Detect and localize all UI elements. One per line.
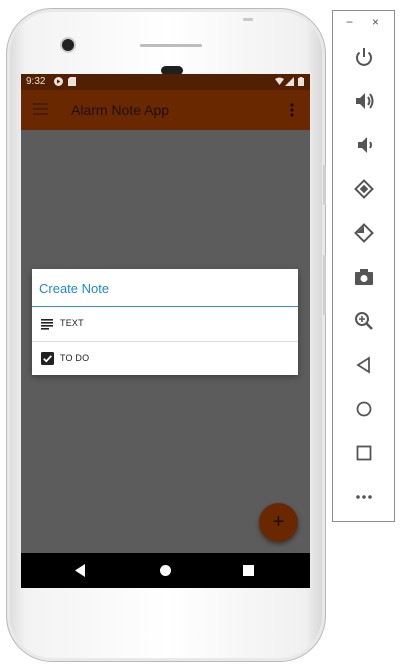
notes-lines-icon (41, 317, 54, 330)
status-bar: 9:32 (21, 74, 310, 90)
back-icon[interactable] (353, 354, 375, 376)
volume-side-button[interactable] (323, 255, 326, 315)
create-note-dialog: Create Note TEXT TO DO (32, 269, 298, 375)
battery-icon (298, 77, 307, 86)
more-icon[interactable] (353, 486, 375, 508)
power-side-button[interactable] (323, 165, 326, 205)
play-store-notification-icon (54, 77, 63, 86)
rotate-right-icon[interactable] (353, 222, 375, 244)
checkbox-checked-icon (41, 352, 54, 365)
front-camera (62, 39, 74, 51)
system-nav-bar (21, 553, 310, 588)
option-todo-label: TO DO (60, 353, 90, 363)
camera-icon[interactable] (353, 266, 375, 288)
wifi-icon (275, 77, 284, 86)
minimize-button[interactable]: − (346, 15, 353, 29)
app-bar: Alarm Note App (21, 90, 310, 130)
dialog-title: Create Note (39, 281, 110, 296)
add-note-fab[interactable]: + (259, 503, 298, 542)
cell-signal-icon (285, 77, 294, 86)
app-title: Alarm Note App (71, 102, 170, 118)
sd-card-icon (68, 77, 77, 86)
home-icon[interactable] (353, 398, 375, 420)
volume-up-icon[interactable] (353, 90, 375, 112)
rotate-left-icon[interactable] (353, 178, 375, 200)
zoom-icon[interactable] (353, 310, 375, 332)
close-button[interactable]: × (372, 15, 379, 29)
option-text-label: TEXT (60, 318, 84, 328)
device-screen: 9:32 Alarm Note App Create Note TEXT TO … (21, 74, 310, 588)
overview-icon[interactable] (353, 442, 375, 464)
frame-top-detail (243, 18, 253, 21)
option-text-note[interactable]: TEXT (32, 307, 298, 340)
status-time: 9:32 (26, 76, 46, 87)
volume-down-icon[interactable] (353, 134, 375, 156)
overflow-menu-icon[interactable] (289, 103, 295, 117)
option-todo-note[interactable]: TO DO (32, 342, 298, 375)
nav-back-icon[interactable] (72, 562, 89, 579)
nav-overview-icon[interactable] (240, 562, 257, 579)
hamburger-menu-icon[interactable] (33, 103, 48, 115)
nav-home-icon[interactable] (157, 562, 174, 579)
emulator-toolbar: − × (332, 10, 395, 522)
power-icon[interactable] (353, 46, 375, 68)
earpiece-speaker (140, 44, 202, 47)
